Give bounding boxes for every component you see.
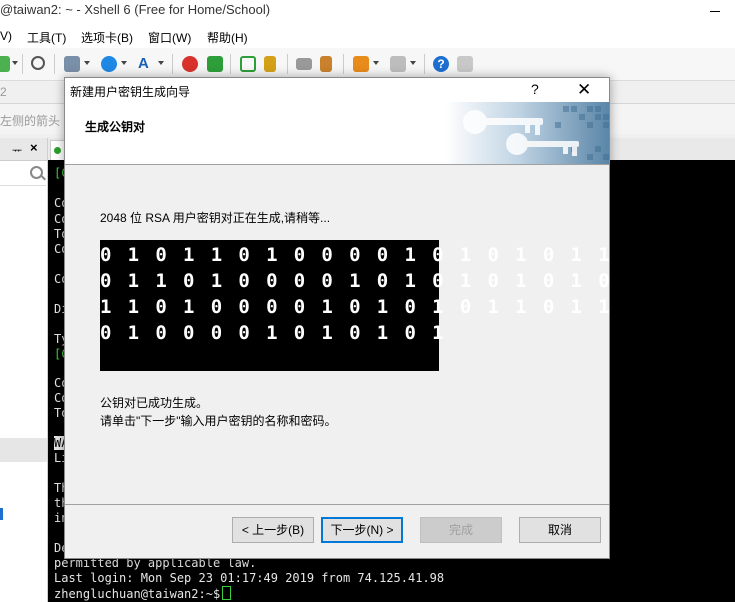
toolbar-divider <box>424 54 425 74</box>
bit-row: 1 1 0 1 0 0 0 0 1 0 1 0 1 0 1 1 0 1 1 <box>100 296 613 318</box>
session-manager-pane: ᅲ × <box>0 138 48 602</box>
toolbar-divider <box>287 54 288 74</box>
bit-row: 0 1 0 0 0 0 1 0 1 0 1 0 1 <box>100 322 446 344</box>
menu-bar: V) 工具(T) 选项卡(B) 窗口(W) 帮助(H) <box>0 22 735 48</box>
search-icon <box>30 166 43 179</box>
generation-status-text: 2048 位 RSA 用户密钥对正在生成,请稍等... <box>100 211 331 225</box>
cancel-button[interactable]: 取消 <box>519 517 601 543</box>
highlight-icon[interactable] <box>320 56 332 72</box>
toolbar-divider <box>54 54 55 74</box>
key-generation-visual: 0 1 0 1 1 0 1 0 0 0 0 1 0 1 0 1 0 1 1 0 … <box>100 240 613 371</box>
key-generation-wizard-dialog: 新建用户密钥生成向导 ? ✕ 生成公钥对 2048 位 RSA 用户密钥对正在生… <box>64 77 610 559</box>
wizard-header: 生成公钥对 <box>65 102 609 165</box>
bit-row: 0 1 1 0 1 0 0 0 0 1 0 1 0 1 0 1 0 1 0 <box>100 270 613 292</box>
chevron-down-icon[interactable] <box>410 61 416 65</box>
connected-status-icon <box>54 147 61 154</box>
chevron-down-icon[interactable] <box>84 61 90 65</box>
window-title-bar: @taiwan2: ~ - Xshell 6 (Free for Home/Sc… <box>0 0 735 22</box>
keyboard-icon[interactable] <box>296 58 312 70</box>
wizard-step-title: 生成公钥对 <box>85 120 146 134</box>
dialog-help-button[interactable]: ? <box>531 81 539 97</box>
terminal-prompt-line: zhengluchuan@taiwan2:~$ <box>54 586 232 601</box>
next-button[interactable]: 下一步(N) > <box>321 517 403 543</box>
toolbar-divider <box>22 54 23 74</box>
toolbar-divider <box>172 54 173 74</box>
chevron-down-icon[interactable] <box>158 61 164 65</box>
menu-tools[interactable]: 工具(T) <box>27 29 66 46</box>
minimize-button[interactable] <box>704 0 726 22</box>
menu-window[interactable]: 窗口(W) <box>148 29 191 46</box>
session-search-input[interactable] <box>0 163 46 186</box>
dialog-divider <box>65 504 609 505</box>
toolbar-divider <box>343 54 344 74</box>
instruction-message: 请单击"下一步"输入用户密钥的名称和密码。 <box>100 414 337 428</box>
menu-tabs[interactable]: 选项卡(B) <box>81 29 133 46</box>
find-icon[interactable] <box>31 56 45 70</box>
fullscreen-icon[interactable] <box>240 56 256 72</box>
selection-marker <box>0 508 3 520</box>
font-icon[interactable]: A <box>138 56 154 72</box>
close-icon[interactable]: × <box>30 140 38 155</box>
pin-icon[interactable]: ᅲ <box>12 142 22 158</box>
success-message: 公钥对已成功生成。 <box>100 396 209 410</box>
xftp-transfer-icon[interactable] <box>207 56 223 72</box>
dialog-title: 新建用户密钥生成向导 <box>70 85 191 99</box>
pane-header: ᅲ × <box>0 138 47 161</box>
terminal-prompt: zhengluchuan@taiwan2:~$ <box>54 587 221 601</box>
terminal-cursor <box>222 586 232 600</box>
terminal-line: Last login: Mon Sep 23 01:17:49 2019 fro… <box>54 571 445 585</box>
xftp-icon[interactable] <box>182 56 198 72</box>
dialog-close-button[interactable]: ✕ <box>577 80 591 100</box>
connect-icon[interactable] <box>0 56 10 72</box>
address-text: 2 <box>0 85 7 99</box>
chat-icon[interactable] <box>457 56 473 72</box>
properties-icon[interactable] <box>64 56 80 72</box>
chevron-down-icon[interactable] <box>12 61 18 65</box>
layout-icon[interactable] <box>390 56 406 72</box>
lock-icon[interactable] <box>264 56 276 72</box>
window-title: @taiwan2: ~ - Xshell 6 (Free for Home/Sc… <box>0 2 271 17</box>
help-icon[interactable]: ? <box>433 56 449 72</box>
back-button[interactable]: < 上一步(B) <box>232 517 314 543</box>
bit-row: 0 1 0 1 1 0 1 0 0 0 0 1 0 1 0 1 0 1 1 <box>100 244 613 266</box>
toolbar-divider <box>230 54 231 74</box>
dialog-title-bar: 新建用户密钥生成向导 ? ✕ <box>65 78 609 102</box>
new-tab-icon[interactable] <box>353 56 369 72</box>
hint-text: 左侧的箭头 <box>0 114 61 128</box>
menu-help[interactable]: 帮助(H) <box>207 29 248 46</box>
chevron-down-icon[interactable] <box>373 61 379 65</box>
key-banner-image <box>445 102 609 164</box>
menu-view[interactable]: V) <box>0 29 12 43</box>
globe-icon[interactable] <box>101 56 117 72</box>
chevron-down-icon[interactable] <box>121 61 127 65</box>
pane-section <box>0 438 47 462</box>
finish-button[interactable]: 完成 <box>420 517 502 543</box>
